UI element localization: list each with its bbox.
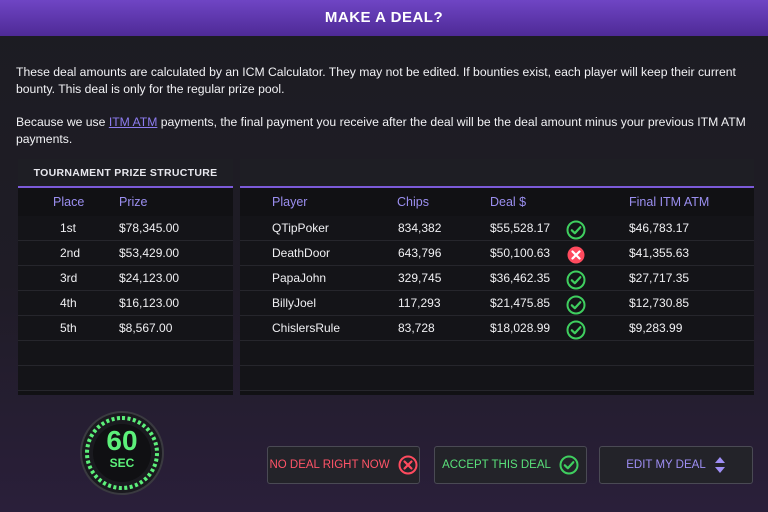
prize-structure-panel: TOURNAMENT PRIZE STRUCTURE Place Prize 1… [18, 159, 233, 395]
player-name: ChislersRule [272, 321, 341, 335]
player-final-itm-atm: $9,283.99 [629, 321, 683, 335]
dialog-title: MAKE A DEAL? [324, 9, 444, 26]
prize-structure-header: Place Prize [18, 188, 233, 216]
col-prize: Prize [119, 195, 148, 209]
player-final-itm-atm: $41,355.63 [629, 246, 690, 260]
deal-rows: QTipPoker 834,382 $55,528.17 $46,783.17 Deat… [240, 216, 754, 391]
up-down-arrows-icon [714, 457, 725, 473]
deal-row: DeathDoor 643,796 $50,100.63 $41,355.63 [240, 241, 754, 266]
col-player: Player [272, 195, 308, 209]
deal-row: QTipPoker 834,382 $55,528.17 $46,783.17 [240, 216, 754, 241]
countdown-timer: 60 SEC [79, 410, 165, 496]
deal-table-header: Player Chips Deal $ Final ITM ATM [240, 188, 754, 216]
deal-row: ChislersRule 83,728 $18,028.99 $9,283.99 [240, 316, 754, 341]
empty-row [240, 366, 754, 391]
player-deal: $21,475.85 [490, 296, 551, 310]
col-place: Place [53, 195, 85, 209]
col-deal: Deal $ [490, 195, 527, 209]
col-chips: Chips [397, 195, 429, 209]
prize-row: 4th $16,123.00 [18, 291, 233, 316]
timer-value: 60 [106, 425, 138, 456]
prize-place: 2nd [60, 246, 81, 260]
accept-deal-button[interactable]: ACCEPT THIS DEAL [434, 446, 587, 484]
player-chips: 643,796 [398, 246, 442, 260]
prize-amount: $24,123.00 [119, 271, 180, 285]
prize-place: 4th [60, 296, 77, 310]
intro-line-1: These deal amounts are calculated by an … [16, 65, 736, 96]
player-deal: $55,528.17 [490, 221, 551, 235]
intro-text: These deal amounts are calculated by an … [16, 64, 764, 164]
player-chips: 834,382 [398, 221, 442, 235]
deal-panel-header [240, 159, 754, 188]
timer-label: 60 SEC [79, 425, 165, 471]
player-deal: $36,462.35 [490, 271, 551, 285]
check-circle-icon [559, 455, 579, 475]
edit-deal-label: EDIT MY DEAL [626, 459, 706, 471]
col-final-itm-atm: Final ITM ATM [629, 195, 710, 209]
player-deal: $50,100.63 [490, 246, 551, 260]
player-chips: 117,293 [398, 296, 441, 310]
prize-amount: $78,345.00 [119, 221, 180, 235]
empty-row [240, 341, 754, 366]
itm-atm-link[interactable]: ITM ATM [109, 115, 158, 129]
prize-place: 3rd [60, 271, 78, 285]
prize-amount: $8,567.00 [119, 321, 173, 335]
prize-row: 3rd $24,123.00 [18, 266, 233, 291]
prize-amount: $16,123.00 [119, 296, 180, 310]
deal-row: BillyJoel 117,293 $21,475.85 $12,730.85 [240, 291, 754, 316]
prize-place: 5th [60, 321, 77, 335]
player-deal: $18,028.99 [490, 321, 551, 335]
prize-row: 1st $78,345.00 [18, 216, 233, 241]
no-deal-label: NO DEAL RIGHT NOW [269, 459, 390, 471]
intro-line-2-before: Because we use [16, 115, 109, 129]
player-final-itm-atm: $12,730.85 [629, 296, 690, 310]
prize-row: 2nd $53,429.00 [18, 241, 233, 266]
player-name: QTipPoker [272, 221, 329, 235]
player-chips: 83,728 [398, 321, 435, 335]
intro-line-2: Because we use ITM ATM payments, the fin… [16, 114, 764, 148]
prize-place: 1st [60, 221, 77, 235]
prize-row: 5th $8,567.00 [18, 316, 233, 341]
player-name: BillyJoel [272, 296, 317, 310]
prize-amount: $53,429.00 [119, 246, 180, 260]
player-chips: 329,745 [398, 271, 442, 285]
empty-row [18, 341, 233, 366]
player-name: PapaJohn [272, 271, 327, 285]
x-circle-icon [398, 455, 418, 475]
player-name: DeathDoor [272, 246, 331, 260]
empty-row [18, 366, 233, 391]
timer-unit: SEC [109, 456, 135, 470]
no-deal-button[interactable]: NO DEAL RIGHT NOW [267, 446, 420, 484]
deal-row: PapaJohn 329,745 $36,462.35 $27,717.35 [240, 266, 754, 291]
edit-deal-button[interactable]: EDIT MY DEAL [599, 446, 753, 484]
title-bar: MAKE A DEAL? [0, 0, 768, 36]
prize-structure-title: TOURNAMENT PRIZE STRUCTURE [18, 159, 233, 188]
player-final-itm-atm: $46,783.17 [629, 221, 690, 235]
player-final-itm-atm: $27,717.35 [629, 271, 690, 285]
prize-rows: 1st $78,345.00 2nd $53,429.00 3rd $24,123.00 4… [18, 216, 233, 391]
accept-deal-label: ACCEPT THIS DEAL [442, 459, 551, 471]
deal-panel: Player Chips Deal $ Final ITM ATM QTipPo… [240, 159, 754, 395]
